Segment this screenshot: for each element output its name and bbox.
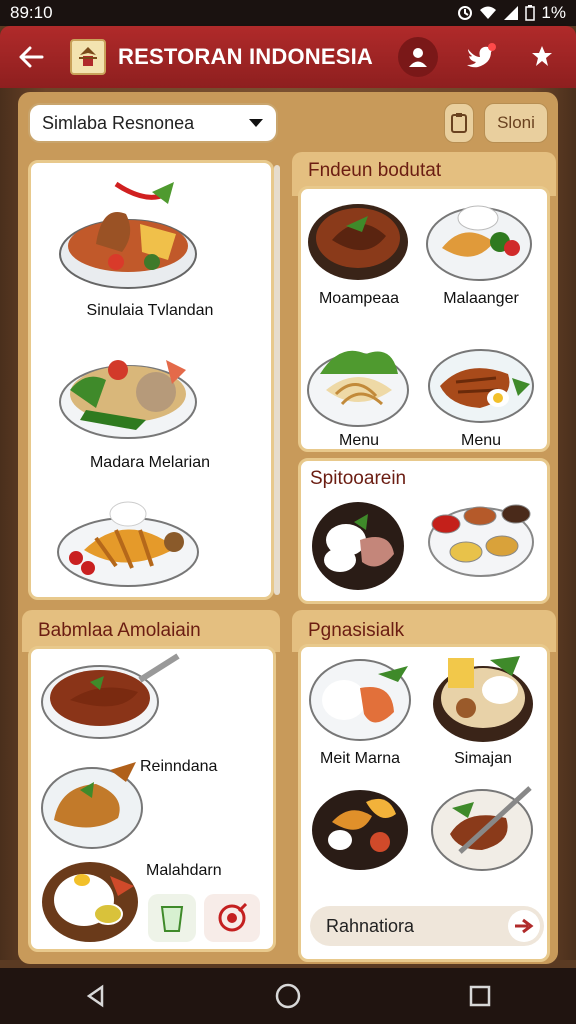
rice-beef-plate-icon xyxy=(312,502,404,590)
wifi-icon xyxy=(480,6,497,19)
satay-salad-plate-icon xyxy=(426,205,532,281)
dish-satay-salad[interactable] xyxy=(424,196,534,282)
arrow-right-icon xyxy=(515,918,534,934)
section-title: Babmlaa Amolaiain xyxy=(38,620,201,641)
target-button[interactable] xyxy=(204,894,260,942)
battery-icon xyxy=(525,5,536,21)
dish-label: Simajan xyxy=(454,750,512,767)
dish-fried-snacks[interactable] xyxy=(310,782,410,872)
back-button[interactable] xyxy=(14,40,48,74)
signal-icon xyxy=(504,6,519,20)
dish-rice-egg[interactable] xyxy=(40,856,140,944)
dish-braised-meat[interactable] xyxy=(306,196,410,282)
section-title: Pgnasisialk xyxy=(308,620,405,641)
cup-icon xyxy=(160,906,184,932)
scrollbar[interactable] xyxy=(274,165,280,595)
dish-sausage[interactable] xyxy=(40,650,180,742)
dish-steak[interactable] xyxy=(430,778,534,874)
fried-snacks-bowl-icon xyxy=(312,790,408,870)
mixed-rice-bowl-icon xyxy=(433,656,533,742)
section-title: Spitooarein xyxy=(310,468,407,489)
status-time: 89:10 xyxy=(10,3,53,22)
dish-label: Reinndana xyxy=(140,758,218,775)
dish-label: Menu xyxy=(460,432,502,449)
nav-recents-button[interactable] xyxy=(460,976,500,1016)
notification-dot xyxy=(488,43,496,51)
dish-grilled-fish[interactable] xyxy=(426,338,536,426)
dish-banana-fritter[interactable] xyxy=(56,490,200,590)
circle-home-icon xyxy=(275,983,301,1009)
target-icon xyxy=(218,903,247,932)
reservation-pill[interactable]: Rahnatiora xyxy=(310,906,544,946)
chevron-down-icon xyxy=(249,119,263,127)
restaurant-logo xyxy=(70,39,106,75)
dish-condiment-tray[interactable] xyxy=(426,498,536,580)
dish-rice-beef[interactable] xyxy=(310,500,406,592)
clipboard-icon xyxy=(451,113,467,133)
dish-roast-chicken[interactable] xyxy=(40,756,146,852)
back-arrow-icon xyxy=(19,46,44,68)
rice-egg-plate-icon xyxy=(42,862,138,942)
status-bar: 89:10 1% xyxy=(0,0,576,26)
system-nav-bar xyxy=(0,968,576,1024)
dish-label: Moampeaa xyxy=(318,290,400,307)
chicken-curry-bowl-icon xyxy=(59,181,197,289)
dish-label: Malahdarn xyxy=(146,862,222,879)
rice-shrimp-plate-icon xyxy=(309,659,411,741)
drink-button[interactable] xyxy=(148,894,196,942)
nav-back-button[interactable] xyxy=(76,976,116,1016)
dish-rice-salad[interactable] xyxy=(56,330,200,446)
ornament-icon xyxy=(532,46,552,66)
grilled-fish-plate-icon xyxy=(428,349,534,423)
share-button[interactable] xyxy=(460,37,500,77)
settings-button[interactable] xyxy=(522,37,562,77)
steak-knife-plate-icon xyxy=(431,786,533,871)
pill-label: Rahnatiora xyxy=(326,915,415,936)
user-icon xyxy=(409,48,427,67)
triangle-back-icon xyxy=(86,984,104,1008)
status-icons: 1% xyxy=(457,3,566,23)
roast-chicken-plate-icon xyxy=(41,762,143,849)
profile-button[interactable] xyxy=(398,37,438,77)
app-title: RESTORAN INDONESIA xyxy=(118,44,373,69)
condiment-tray-icon xyxy=(428,504,534,577)
square-recents-icon xyxy=(469,985,491,1007)
dish-label: Malaanger xyxy=(443,290,519,307)
dish-label: Sinulaia Tvlandan xyxy=(86,302,214,319)
restaurant-selector[interactable]: Simlaba Resnonea xyxy=(28,103,278,143)
braised-meat-bowl-icon xyxy=(308,204,408,280)
dish-label: Menu xyxy=(338,432,380,449)
dish-label: Meit Marna xyxy=(319,750,401,767)
pill-arrow-button[interactable] xyxy=(508,910,540,942)
dish-noodle[interactable] xyxy=(306,334,410,428)
app-bar: RESTORAN INDONESIA xyxy=(0,26,576,88)
copy-button[interactable] xyxy=(444,103,474,143)
dish-label: Madara Melarian xyxy=(89,454,211,471)
battery-level: 1% xyxy=(541,3,566,22)
sausage-bowl-icon xyxy=(41,653,180,739)
action-button-label: Sloni xyxy=(497,113,535,132)
noodle-plate-icon xyxy=(307,350,409,427)
nav-home-button[interactable] xyxy=(268,976,308,1016)
selector-value: Simlaba Resnonea xyxy=(42,112,195,133)
rice-salad-plate-icon xyxy=(59,360,197,439)
garuda-emblem-icon xyxy=(79,47,97,66)
dish-mixed-rice[interactable] xyxy=(430,650,536,744)
dish-chicken-curry[interactable] xyxy=(56,174,200,294)
section-title: Fndeun bodutat xyxy=(308,160,442,181)
action-button[interactable]: Sloni xyxy=(484,103,548,143)
alarm-icon xyxy=(458,6,473,20)
banana-fritter-plate-icon xyxy=(57,501,199,587)
dish-rice-shrimp[interactable] xyxy=(308,652,414,742)
